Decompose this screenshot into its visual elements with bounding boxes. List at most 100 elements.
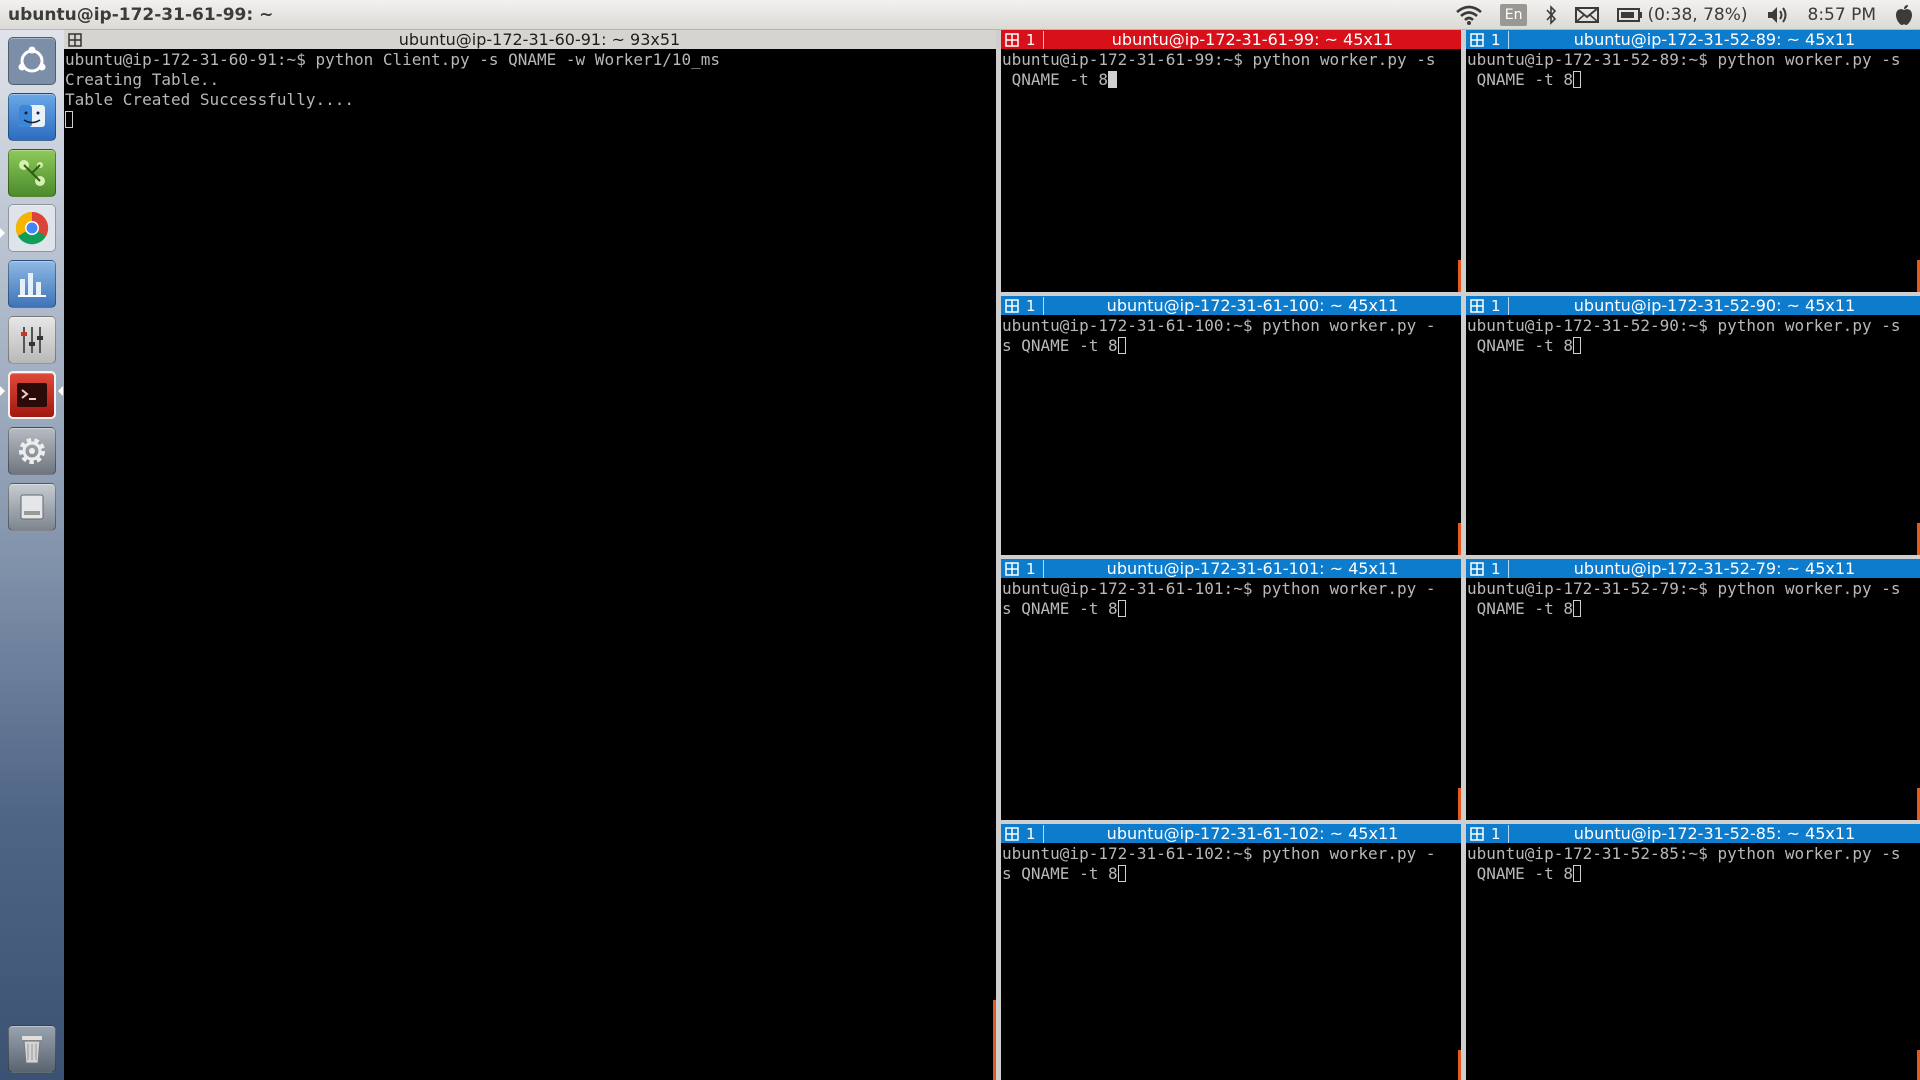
launcher-network-button[interactable]: [8, 149, 56, 197]
trash-icon: [22, 1036, 42, 1064]
terminal-line: s QNAME -t 8: [1002, 336, 1118, 355]
tab-number: 1: [1491, 559, 1509, 578]
scroll-indicator[interactable]: [1458, 260, 1461, 292]
tab-number: 1: [1026, 296, 1044, 315]
tab-number: 1: [1491, 824, 1509, 843]
launcher-charts-button[interactable]: [8, 260, 56, 308]
launcher-mixer-button[interactable]: [8, 316, 56, 364]
scroll-indicator[interactable]: [1458, 1050, 1461, 1080]
client-terminal[interactable]: ubuntu@ip-172-31-60-91: ~ 93x51 ubuntu@i…: [64, 30, 996, 1080]
worker-terminal[interactable]: 1 ubuntu@ip-172-31-61-100: ~ 45x11 ubunt…: [1001, 296, 1461, 555]
worker-terminal-title: ubuntu@ip-172-31-52-90: ~ 45x11: [1573, 296, 1856, 315]
terminal-line: QNAME -t 8: [1467, 70, 1573, 89]
battery-text: (0:38, 78%): [1647, 5, 1748, 25]
launcher-trash-button[interactable]: [8, 1025, 56, 1073]
terminal-cursor: [1572, 337, 1581, 354]
client-terminal-titlebar[interactable]: ubuntu@ip-172-31-60-91: ~ 93x51: [64, 30, 996, 49]
worker-terminal-titlebar[interactable]: 1 ubuntu@ip-172-31-52-90: ~ 45x11: [1466, 296, 1920, 315]
launcher: [0, 30, 64, 1080]
worker-terminal-output: ubuntu@ip-172-31-52-79:~$ python worker.…: [1467, 579, 1920, 619]
finder-icon: [19, 105, 45, 127]
window-menu-icon[interactable]: [1004, 561, 1020, 577]
terminal-line: QNAME -t 8: [1002, 70, 1108, 89]
language-label: En: [1499, 4, 1528, 26]
terminal-cursor: [1107, 71, 1117, 88]
apple-icon[interactable]: [1894, 4, 1914, 26]
terminal-cursor: [1572, 865, 1581, 882]
keyboard-language-indicator[interactable]: En: [1499, 4, 1528, 26]
window-menu-icon[interactable]: [1469, 826, 1485, 842]
worker-terminal-titlebar[interactable]: 1 ubuntu@ip-172-31-52-79: ~ 45x11: [1466, 559, 1920, 578]
charts-icon: [18, 273, 46, 297]
terminal-line: QNAME -t 8: [1467, 864, 1573, 883]
window-title: ubuntu@ip-172-31-61-99: ~: [8, 4, 274, 25]
worker-terminal-titlebar[interactable]: 1 ubuntu@ip-172-31-61-101: ~ 45x11: [1001, 559, 1461, 578]
worker-terminal[interactable]: 1 ubuntu@ip-172-31-52-85: ~ 45x11 ubuntu…: [1466, 824, 1920, 1080]
worker-terminal-titlebar[interactable]: 1 ubuntu@ip-172-31-61-102: ~ 45x11: [1001, 824, 1461, 843]
scroll-indicator[interactable]: [1458, 523, 1461, 555]
worker-terminal[interactable]: 1 ubuntu@ip-172-31-52-90: ~ 45x11 ubuntu…: [1466, 296, 1920, 555]
chrome-icon: [15, 211, 49, 245]
launcher-dash-button[interactable]: [8, 37, 56, 85]
terminal-line: ubuntu@ip-172-31-61-102:~$ python worker…: [1002, 844, 1436, 863]
worker-terminal-titlebar[interactable]: 1 ubuntu@ip-172-31-61-99: ~ 45x11: [1001, 30, 1461, 49]
launcher-finder-button[interactable]: [8, 93, 56, 141]
terminal-line: ubuntu@ip-172-31-60-91:~$ python Client.…: [65, 50, 721, 69]
launcher-settings-button[interactable]: [8, 427, 56, 475]
tab-number: 1: [1491, 296, 1509, 315]
terminal-line: s QNAME -t 8: [1002, 864, 1118, 883]
window-menu-icon[interactable]: [1004, 32, 1020, 48]
indicator-area: En (0:38, 78%) 8:57 PM: [1447, 0, 1920, 30]
terminal-line: ubuntu@ip-172-31-52-90:~$ python worker.…: [1467, 316, 1901, 335]
mail-icon[interactable]: [1575, 6, 1600, 24]
worker-terminal[interactable]: 1 ubuntu@ip-172-31-61-99: ~ 45x11 ubuntu…: [1001, 30, 1461, 292]
tab-number: 1: [1026, 30, 1044, 49]
tab-number: 1: [1491, 30, 1509, 49]
drive-icon: [20, 494, 44, 520]
worker-terminal-title: ubuntu@ip-172-31-52-79: ~ 45x11: [1573, 559, 1856, 578]
worker-terminal-output: ubuntu@ip-172-31-61-102:~$ python worker…: [1002, 844, 1461, 884]
launcher-running-indicator: [0, 386, 5, 396]
worker-terminal-output: ubuntu@ip-172-31-52-85:~$ python worker.…: [1467, 844, 1920, 884]
worker-terminal-titlebar[interactable]: 1 ubuntu@ip-172-31-61-100: ~ 45x11: [1001, 296, 1461, 315]
wifi-icon[interactable]: [1455, 5, 1482, 25]
terminal-line: ubuntu@ip-172-31-52-89:~$ python worker.…: [1467, 50, 1901, 69]
terminal-cursor: [65, 111, 73, 128]
tab-number: 1: [1026, 824, 1044, 843]
launcher-terminal-button[interactable]: [8, 371, 56, 419]
launcher-chrome-button[interactable]: [8, 204, 56, 252]
worker-terminal-output: ubuntu@ip-172-31-61-100:~$ python worker…: [1002, 316, 1461, 356]
bluetooth-icon[interactable]: [1545, 5, 1557, 25]
terminal-line: ubuntu@ip-172-31-52-85:~$ python worker.…: [1467, 844, 1901, 863]
window-menu-icon[interactable]: [1469, 561, 1485, 577]
clock[interactable]: 8:57 PM: [1808, 5, 1877, 25]
window-menu-icon[interactable]: [1004, 298, 1020, 314]
worker-terminal[interactable]: 1 ubuntu@ip-172-31-61-101: ~ 45x11 ubunt…: [1001, 559, 1461, 820]
worker-terminal-title: ubuntu@ip-172-31-61-99: ~ 45x11: [1111, 30, 1394, 49]
launcher-drive-button[interactable]: [8, 483, 56, 531]
worker-terminal[interactable]: 1 ubuntu@ip-172-31-52-89: ~ 45x11 ubuntu…: [1466, 30, 1920, 292]
scroll-indicator[interactable]: [1458, 788, 1461, 820]
window-menu-icon[interactable]: [1469, 298, 1485, 314]
terminal-line: ubuntu@ip-172-31-61-101:~$ python worker…: [1002, 579, 1436, 598]
battery-indicator[interactable]: (0:38, 78%): [1617, 5, 1748, 25]
worker-terminal-output: ubuntu@ip-172-31-61-101:~$ python worker…: [1002, 579, 1461, 619]
battery-icon: [1617, 8, 1643, 22]
window-menu-icon[interactable]: [67, 32, 83, 48]
worker-terminal[interactable]: 1 ubuntu@ip-172-31-52-79: ~ 45x11 ubuntu…: [1466, 559, 1920, 820]
worker-terminal-titlebar[interactable]: 1 ubuntu@ip-172-31-52-89: ~ 45x11: [1466, 30, 1920, 49]
terminal-cursor: [1117, 865, 1126, 882]
tab-number: 1: [1026, 559, 1044, 578]
terminal-cursor: [1572, 600, 1581, 617]
top-menu-bar: ubuntu@ip-172-31-61-99: ~ En (0:38, 78%)…: [0, 0, 1920, 30]
worker-terminal[interactable]: 1 ubuntu@ip-172-31-61-102: ~ 45x11 ubunt…: [1001, 824, 1461, 1080]
worker-terminal-titlebar[interactable]: 1 ubuntu@ip-172-31-52-85: ~ 45x11: [1466, 824, 1920, 843]
worker-terminal-title: ubuntu@ip-172-31-52-89: ~ 45x11: [1573, 30, 1856, 49]
terminal-line: QNAME -t 8: [1467, 599, 1573, 618]
volume-icon[interactable]: [1766, 5, 1790, 25]
launcher-focused-indicator: [58, 386, 63, 396]
window-menu-icon[interactable]: [1469, 32, 1485, 48]
terminal-line: Creating Table..: [65, 70, 220, 89]
terminal-line: ubuntu@ip-172-31-61-99:~$ python worker.…: [1002, 50, 1436, 69]
window-menu-icon[interactable]: [1004, 826, 1020, 842]
